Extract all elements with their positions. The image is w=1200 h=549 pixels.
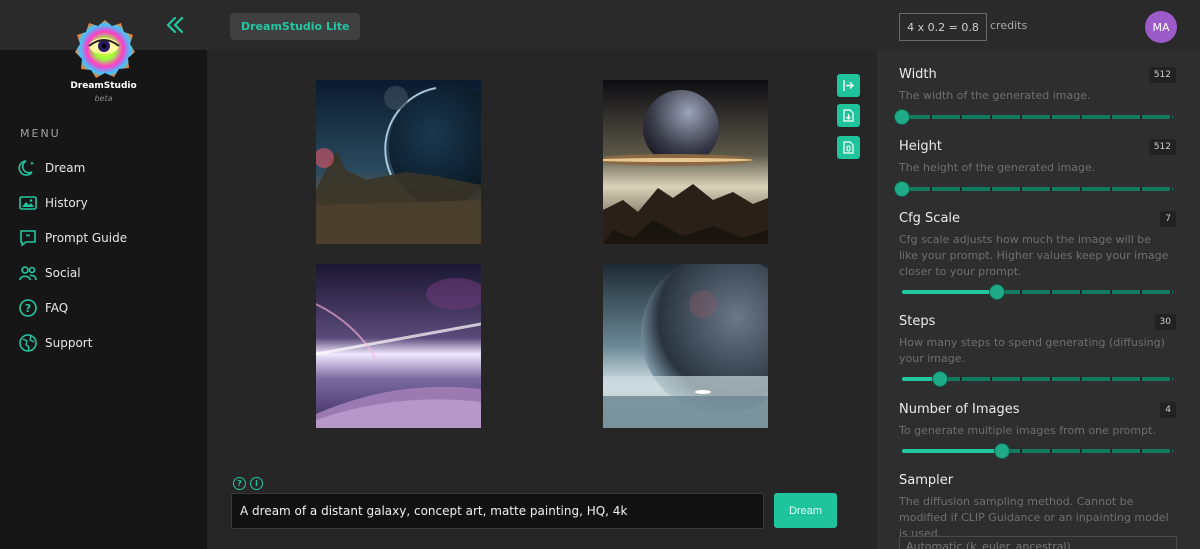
menu-title: MENU	[20, 127, 61, 140]
slider-track	[902, 187, 1173, 191]
slider-handle[interactable]	[894, 181, 910, 197]
slider-handle[interactable]	[894, 109, 910, 125]
setting-cfg-scale: Cfg Scale 7 Cfg scale adjusts how much t…	[899, 211, 1179, 300]
sidebar-item-label: Social	[45, 265, 81, 280]
sidebar-item-label: Prompt Guide	[45, 230, 128, 245]
generated-image-2-art	[603, 80, 768, 244]
setting-value-badge: 512	[1148, 139, 1176, 155]
credits-cost-box: 4 x 0.2 = 0.8	[899, 13, 987, 41]
sidebar-item-social[interactable]: Social	[18, 255, 127, 290]
setting-title: Sampler	[899, 473, 954, 488]
setting-height: Height 512 The height of the generated i…	[894, 139, 1179, 197]
cfg-scale-slider[interactable]	[902, 284, 1173, 300]
copy-image-button[interactable]	[837, 136, 860, 159]
setting-steps: Steps 30 How many steps to spend generat…	[899, 314, 1179, 387]
number-of-images-slider[interactable]	[902, 443, 1173, 459]
faq-question-icon: ?	[19, 298, 37, 317]
sampler-select[interactable]: Automatic (k_euler_ancestral)	[899, 536, 1177, 549]
social-people-icon	[19, 265, 37, 280]
svg-text:?: ?	[25, 302, 31, 315]
sidebar-item-label: FAQ	[45, 300, 69, 315]
generated-image-3-art	[316, 264, 481, 428]
slider-handle[interactable]	[931, 371, 948, 387]
slider-fill	[902, 449, 1003, 453]
generated-image-4-art	[603, 264, 768, 428]
sidebar-item-label: Support	[45, 335, 93, 350]
sidebar-item-prompt-guide[interactable]: ❝ Prompt Guide	[18, 220, 127, 255]
height-slider[interactable]	[894, 181, 1173, 197]
setting-description: The diffusion sampling method. Cannot be…	[899, 495, 1169, 540]
dream-button[interactable]: Dream	[774, 493, 837, 528]
steps-slider[interactable]	[902, 371, 1173, 387]
user-avatar[interactable]: MA	[1145, 11, 1177, 43]
brand-name: DreamStudio	[70, 81, 137, 91]
setting-value-badge: 7	[1160, 211, 1176, 227]
history-image-icon	[19, 195, 37, 210]
brand-beta-label: beta	[94, 94, 113, 103]
setting-description: How many steps to spend generating (diff…	[899, 336, 1165, 365]
sidebar-item-dream[interactable]: Dream	[18, 150, 127, 185]
file-clip-icon	[843, 141, 854, 154]
setting-title: Cfg Scale	[899, 211, 961, 226]
prompt-help-question-icon[interactable]: ?	[233, 477, 246, 490]
sidebar-nav: Dream History ❝ Prompt Guide Social ? FA…	[18, 150, 127, 360]
setting-description: To generate multiple images from one pro…	[899, 424, 1156, 437]
prompt-guide-quote-icon: ❝	[20, 229, 36, 247]
width-slider[interactable]	[894, 109, 1173, 125]
app-version-pill[interactable]: DreamStudio Lite	[230, 13, 361, 40]
sidebar-item-label: History	[45, 195, 88, 210]
slider-track	[902, 115, 1173, 119]
download-image-button[interactable]	[837, 104, 860, 127]
sidebar-item-history[interactable]: History	[18, 185, 127, 220]
prompt-help-icons: ? i	[233, 477, 263, 490]
sidebar: DreamStudio beta MENU Dream History ❝ Pr…	[0, 0, 207, 549]
slider-handle[interactable]	[988, 284, 1005, 300]
setting-number-of-images: Number of Images 4 To generate multiple …	[899, 402, 1179, 459]
setting-description: The height of the generated image.	[899, 161, 1096, 174]
setting-sampler: Sampler The diffusion sampling method. C…	[899, 473, 1179, 542]
sidebar-item-support[interactable]: Support	[18, 325, 127, 360]
setting-title: Height	[899, 139, 942, 154]
support-globe-icon	[19, 333, 37, 352]
slider-fill	[902, 290, 997, 294]
setting-width: Width 512 The width of the generated ima…	[894, 67, 1179, 125]
prompt-info-icon[interactable]: i	[250, 477, 263, 490]
setting-value-badge: 30	[1154, 314, 1176, 330]
open-image-button[interactable]	[837, 74, 860, 97]
dreamstudio-logo-icon[interactable]	[74, 18, 136, 80]
generated-image-3[interactable]	[316, 264, 481, 428]
generated-image-1-art	[316, 80, 481, 244]
setting-description: Cfg scale adjusts how much the image wil…	[899, 233, 1169, 278]
svg-text:❝: ❝	[26, 232, 31, 241]
setting-value-badge: 512	[1148, 67, 1176, 83]
setting-value-badge: 4	[1160, 402, 1176, 418]
generated-image-2[interactable]	[603, 80, 768, 244]
sidebar-item-label: Dream	[45, 160, 86, 175]
collapse-sidebar-chevrons-icon[interactable]	[164, 14, 186, 36]
app: DreamStudio beta MENU Dream History ❝ Pr…	[0, 0, 1200, 549]
generated-image-1[interactable]	[316, 80, 481, 244]
setting-description: The width of the generated image.	[899, 89, 1091, 102]
prompt-input[interactable]	[231, 493, 764, 529]
setting-title: Width	[899, 67, 937, 82]
generated-image-4[interactable]	[603, 264, 768, 428]
setting-title: Steps	[899, 314, 936, 329]
setting-title: Number of Images	[899, 402, 1020, 417]
download-file-icon	[843, 109, 854, 122]
credits-label: credits	[990, 19, 1028, 32]
sidebar-item-faq[interactable]: ? FAQ	[18, 290, 127, 325]
dream-moon-icon	[18, 159, 35, 176]
arrow-to-right-icon	[843, 80, 854, 91]
